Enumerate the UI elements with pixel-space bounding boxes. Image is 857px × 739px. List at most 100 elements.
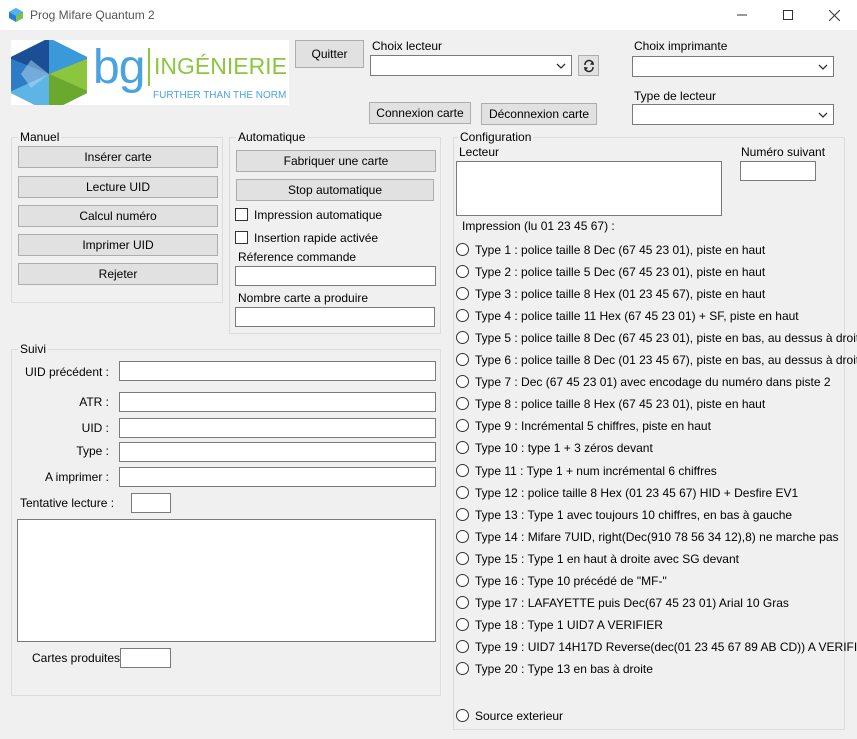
print-type-label: Type 12 : police taille 8 Hex (01 23 45 … (475, 486, 799, 500)
print-type-radio[interactable] (456, 331, 469, 344)
reject-button[interactable]: Rejeter (18, 263, 218, 285)
uid-field[interactable] (119, 418, 436, 438)
disconnect-card-button[interactable]: Déconnexion carte (481, 103, 597, 125)
insert-card-button[interactable]: Insérer carte (18, 146, 218, 168)
print-type-label: Type 7 : Dec (67 45 23 01) avec encodage… (475, 375, 831, 389)
quit-button[interactable]: Quitter (295, 40, 364, 68)
next-number-field[interactable] (740, 161, 816, 181)
reader-label: Lecteur (459, 145, 500, 159)
close-icon[interactable] (811, 0, 857, 30)
cards-produced-label: Cartes produites : (32, 651, 127, 665)
uid-label: UID : (81, 421, 109, 435)
print-type-label: Type 13 : Type 1 avec toujours 10 chiffr… (475, 508, 793, 522)
print-type-label: Type 6 : police taille 8 Dec (01 23 45 6… (475, 353, 857, 367)
print-type-radio[interactable] (456, 662, 469, 675)
print-type-label: Type 17 : LAFAYETTE puis Dec(67 45 23 01… (475, 596, 789, 610)
print-type-radio[interactable] (456, 530, 469, 543)
print-type-label: Type 14 : Mifare 7UID, right(Dec(910 78 … (475, 530, 839, 544)
refresh-button[interactable] (578, 55, 599, 76)
print-type-label: Type 15 : Type 1 en haut à droite avec S… (475, 552, 739, 566)
print-type-label: Type 1 : police taille 8 Dec (67 45 23 0… (475, 243, 766, 257)
print-type-label: Type 16 : Type 10 précédé de "MF-" (475, 574, 667, 588)
print-type-radio[interactable] (456, 353, 469, 366)
connect-card-button[interactable]: Connexion carte (369, 102, 471, 124)
print-type-radio[interactable] (456, 287, 469, 300)
minimize-icon[interactable] (719, 0, 765, 30)
print-type-radio[interactable] (456, 552, 469, 565)
print-types-label: Impression (lu 01 23 45 67) : (462, 219, 615, 233)
fabricate-card-button[interactable]: Fabriquer une carte (236, 150, 436, 172)
to-print-field[interactable] (119, 467, 436, 487)
print-type-label: Type 10 : type 1 + 3 zéros devant (475, 441, 653, 455)
read-attempt-field[interactable] (131, 493, 171, 513)
order-ref-input[interactable] (235, 266, 436, 286)
company-logo: bg INGÉNIERIE FURTHER THAN THE NORM (11, 40, 289, 105)
order-ref-label: Réference commande (238, 250, 357, 264)
auto-print-checkbox[interactable] (235, 208, 248, 221)
print-type-radio[interactable] (456, 640, 469, 653)
atr-field[interactable] (119, 392, 436, 412)
suivi-group-title: Suivi (18, 342, 49, 356)
print-type-label: Type 8 : police taille 8 Hex (67 45 23 0… (475, 397, 766, 411)
automatique-group-title: Automatique (236, 130, 308, 144)
print-type-radio[interactable] (456, 508, 469, 521)
read-uid-button[interactable]: Lecture UID (18, 176, 218, 198)
print-type-label: Type 2 : police taille 5 Dec (67 45 23 0… (475, 265, 766, 279)
print-type-radio[interactable] (456, 486, 469, 499)
chevron-down-icon (556, 63, 566, 69)
print-type-label: Type 9 : Incrémental 5 chiffres, piste e… (475, 419, 711, 433)
reader-choice-label: Choix lecteur (372, 39, 443, 53)
to-print-label: A imprimer : (44, 470, 109, 484)
log-textarea[interactable] (17, 519, 436, 642)
print-type-radio[interactable] (456, 574, 469, 587)
logo-brand-bg: bg (93, 41, 145, 94)
printer-choice-label: Choix imprimante (634, 39, 728, 53)
print-type-label: Type 20 : Type 13 en bas à droite (475, 662, 653, 676)
logo-brand-ingenierie: INGÉNIERIE (154, 53, 287, 79)
print-type-radio[interactable] (456, 419, 469, 432)
compute-number-button[interactable]: Calcul numéro (18, 205, 218, 227)
print-type-radio[interactable] (456, 265, 469, 278)
print-type-radio[interactable] (456, 309, 469, 322)
card-count-label: Nombre carte a produire (238, 291, 369, 305)
title-bar: Prog Mifare Quantum 2 (0, 0, 857, 30)
stop-auto-button[interactable]: Stop automatique (236, 179, 434, 201)
reader-type-label: Type de lecteur (634, 89, 717, 103)
print-type-label: Type 11 : Type 1 + num incrémental 6 chi… (475, 464, 717, 478)
print-type-label: Type 18 : Type 1 UID7 A VERIFIER (475, 618, 663, 632)
print-type-radio[interactable] (456, 464, 469, 477)
next-number-label: Numéro suivant (741, 145, 826, 159)
app-icon (9, 8, 23, 22)
printer-choice-select[interactable] (632, 56, 834, 77)
type-label: Type : (76, 444, 109, 458)
reader-textarea[interactable] (456, 161, 722, 216)
fast-insert-checkbox[interactable] (235, 231, 248, 244)
prev-uid-field[interactable] (119, 361, 436, 381)
print-type-radio[interactable] (456, 243, 469, 256)
reader-type-select[interactable] (632, 104, 834, 125)
logo-divider (148, 48, 150, 86)
print-uid-button[interactable]: Imprimer UID (18, 234, 218, 256)
print-type-label: Type 5 : police taille 8 Dec (67 45 23 0… (475, 331, 857, 345)
print-type-radio[interactable] (456, 397, 469, 410)
refresh-icon (583, 59, 594, 72)
print-type-label: Type 4 : police taille 11 Hex (67 45 23 … (475, 309, 799, 323)
print-type-radio[interactable] (456, 618, 469, 631)
read-attempt-label: Tentative lecture : (20, 496, 115, 510)
external-source-label: Source exterieur (475, 709, 564, 723)
external-source-radio[interactable] (456, 709, 469, 722)
chevron-down-icon (818, 64, 828, 70)
atr-label: ATR : (79, 395, 109, 409)
reader-choice-select[interactable] (370, 55, 572, 76)
fast-insert-label: Insertion rapide activée (254, 231, 379, 245)
type-field[interactable] (119, 442, 436, 462)
window-title: Prog Mifare Quantum 2 (30, 8, 155, 22)
print-type-radio[interactable] (456, 375, 469, 388)
chevron-down-icon (818, 112, 828, 118)
card-count-input[interactable] (235, 307, 435, 327)
print-type-label: Type 3 : police taille 8 Hex (01 23 45 6… (475, 287, 766, 301)
cards-produced-field[interactable] (120, 648, 171, 668)
print-type-radio[interactable] (456, 596, 469, 609)
maximize-icon[interactable] (765, 0, 811, 30)
print-type-radio[interactable] (456, 441, 469, 454)
